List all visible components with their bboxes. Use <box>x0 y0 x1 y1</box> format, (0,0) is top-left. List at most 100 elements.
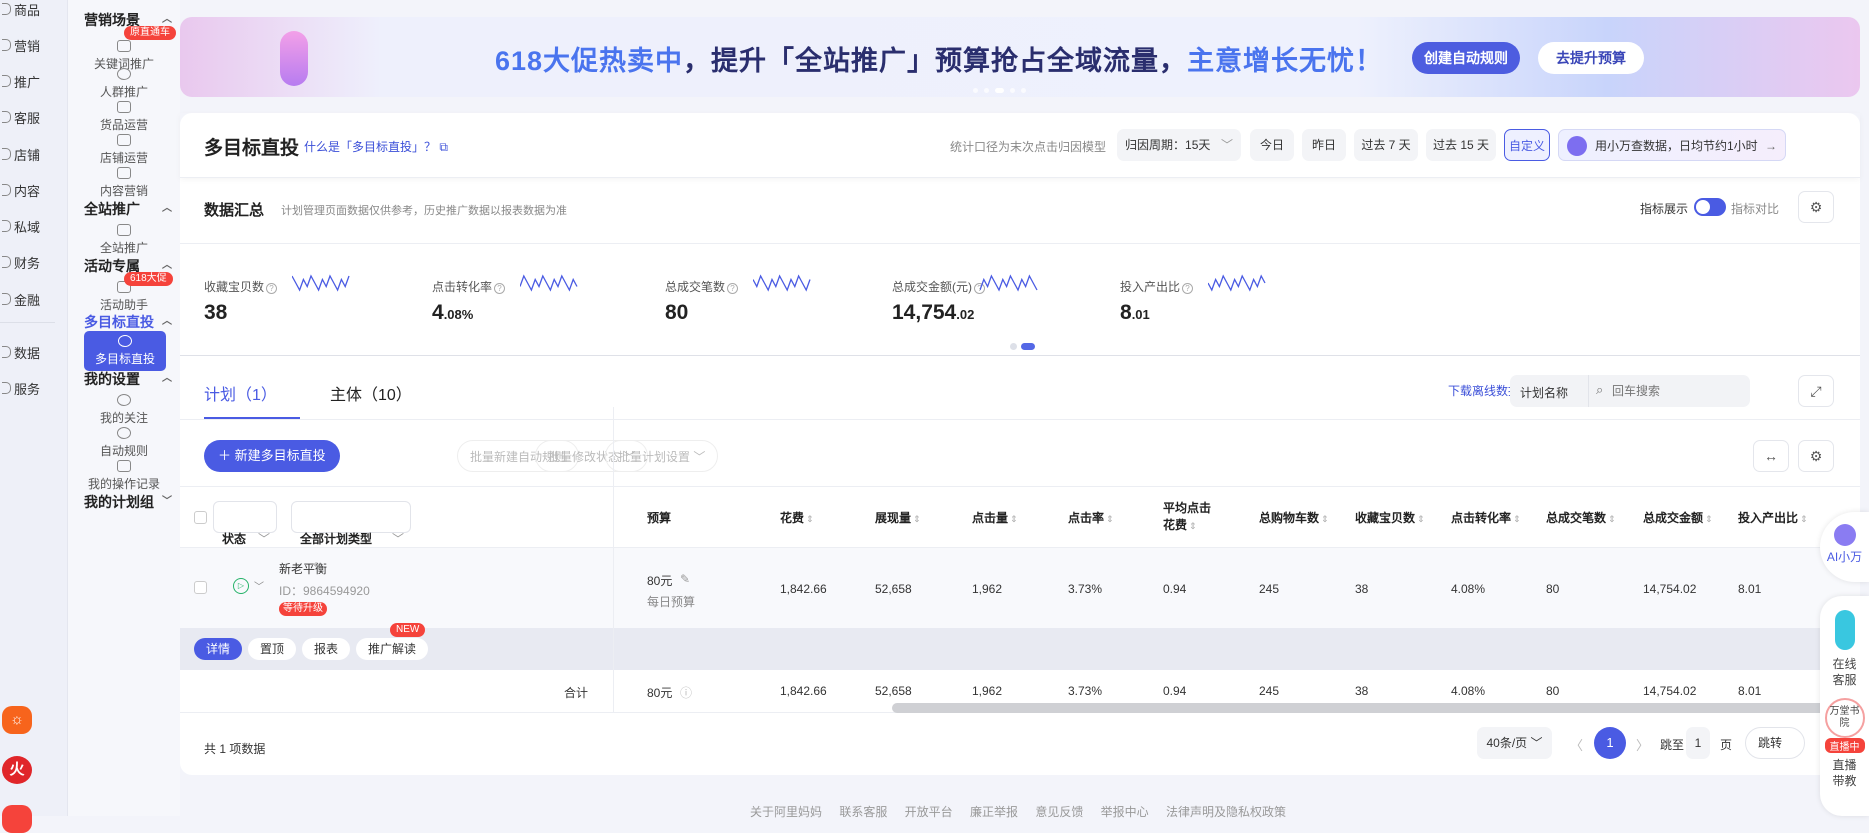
metrics-pager[interactable] <box>1010 338 1035 353</box>
app-icon-orange[interactable]: ☼ <box>2 706 32 734</box>
sidebar-item-content[interactable]: 内容营销 <box>68 167 180 199</box>
sort-icon[interactable]: ⇕ <box>1010 514 1018 524</box>
sidebar-item-goods[interactable]: 货品运营 <box>68 101 180 133</box>
page-size-select[interactable]: 40条/页 ﹀ <box>1477 727 1552 759</box>
metric-card[interactable]: 投入产出比? 8.01 <box>1120 274 1266 325</box>
column-header[interactable]: 收藏宝贝数 ⇕ <box>1355 509 1425 526</box>
column-header[interactable]: 点击率 ⇕ <box>1068 509 1114 526</box>
column-header[interactable]: 总成交笔数 ⇕ <box>1546 509 1616 526</box>
carousel-dots[interactable] <box>970 81 1029 96</box>
select-all-checkbox[interactable] <box>194 511 207 524</box>
sort-icon[interactable]: ⇕ <box>1608 514 1616 524</box>
column-header[interactable]: 投入产出比 ⇕ <box>1738 509 1808 526</box>
promo-banner[interactable]: 618大促热卖中，提升「全站推广」预算抢占全域流量，主意增长无忧！ 创建自动规则… <box>180 17 1860 97</box>
app-icon-fire[interactable]: 火 <box>2 756 32 784</box>
nav-item-content[interactable]: 内容 <box>1 181 40 200</box>
metric-card[interactable]: 总成交金额(元)? 14,754.02 <box>892 274 1038 325</box>
attribution-period-select[interactable]: 归因周期：15天 ﹀ <box>1117 129 1241 161</box>
edit-budget-icon[interactable]: ✎ <box>680 572 690 586</box>
search-input[interactable] <box>1612 381 1742 401</box>
ai-query-banner[interactable]: 用小万查数据，日均节约1小时 → <box>1558 129 1786 161</box>
nav-item-loan[interactable]: 金融 <box>1 290 40 309</box>
raise-budget-button[interactable]: 去提升预算 <box>1538 42 1644 74</box>
help-icon[interactable]: ? <box>266 283 278 294</box>
app-icon-red[interactable] <box>2 805 32 833</box>
range-7-days[interactable]: 过去 7 天 <box>1354 129 1418 161</box>
column-header[interactable]: 点击量 ⇕ <box>972 509 1018 526</box>
help-icon[interactable]: ? <box>727 283 739 294</box>
range-today[interactable]: 今日 <box>1250 129 1294 161</box>
online-service-button[interactable]: 在线客服 <box>1831 656 1859 688</box>
report-button[interactable]: 报表 <box>302 638 351 660</box>
jump-button[interactable]: 跳转 <box>1745 727 1805 759</box>
help-icon[interactable]: ? <box>494 283 506 294</box>
table-settings-button[interactable]: ⚙ <box>1798 440 1834 472</box>
sort-icon[interactable]: ⇕ <box>1189 521 1197 531</box>
new-plan-button[interactable]: ＋ 新建多目标直投 <box>204 440 340 472</box>
column-header[interactable]: 预算 <box>647 509 671 526</box>
sort-icon[interactable]: ⇕ <box>1800 514 1808 524</box>
sidebar-item-multi-target[interactable]: 多目标直投 <box>84 331 166 371</box>
nav-item-shop[interactable]: 店铺 <box>1 145 40 164</box>
sort-icon[interactable]: ⇕ <box>806 514 814 524</box>
next-page-icon[interactable]: 〉 <box>1636 735 1649 754</box>
range-custom[interactable]: 自定义 <box>1504 129 1550 161</box>
nav-item-promotion[interactable]: 推广 <box>1 72 40 91</box>
search-field-select[interactable]: 计划名称 <box>1520 384 1568 401</box>
range-15-days[interactable]: 过去 15 天 <box>1426 129 1496 161</box>
nav-item-private[interactable]: 私域 <box>1 217 40 236</box>
group-title-settings[interactable]: 我的设置 ︿ <box>84 369 172 389</box>
sort-icon[interactable]: ⇕ <box>913 514 921 524</box>
sort-icon[interactable]: ⇕ <box>1417 514 1425 524</box>
edit-icon[interactable]: ✎ <box>313 560 323 574</box>
chevron-down-icon[interactable]: ﹀ <box>254 578 264 593</box>
nav-item-services[interactable]: 服务 <box>1 379 40 398</box>
plan-type-filter[interactable]: 全部计划类型 ﹀ <box>291 501 411 546</box>
group-title-plan-groups[interactable]: 我的计划组 ﹀ <box>84 492 172 512</box>
create-auto-rule-button[interactable]: 创建自动规则 <box>1412 42 1520 74</box>
nav-item-data[interactable]: 数据 <box>1 343 40 362</box>
footer-links[interactable]: 关于阿里妈妈 联系客服 开放平台 廉正举报 意见反馈 举报中心 法律声明及隐私权… <box>750 803 1286 820</box>
group-title-fullsite[interactable]: 全站推广 ︿ <box>84 199 172 219</box>
sidebar-item-auto-rules[interactable]: 自动规则 <box>68 427 180 459</box>
sort-icon[interactable]: ⇕ <box>1513 514 1521 524</box>
column-header[interactable]: 点击转化率 ⇕ <box>1451 509 1521 526</box>
sort-icon[interactable]: ⇕ <box>1106 514 1114 524</box>
metric-toggle[interactable] <box>1694 198 1726 216</box>
batch-setting-button[interactable]: 批量计划设置 ﹀ <box>605 440 719 472</box>
column-header[interactable]: 平均点击花费 ⇕ <box>1163 499 1221 533</box>
sidebar-item-fullsite[interactable]: 全站推广 <box>68 224 180 256</box>
tab-entities[interactable]: 主体（10） <box>330 381 412 405</box>
pin-button[interactable]: 置顶 <box>248 638 297 660</box>
live-teaching-button[interactable]: 直播带教 <box>1831 757 1859 789</box>
sidebar-item-audience[interactable]: 人群推广 <box>68 68 180 100</box>
sort-icon[interactable]: ⇕ <box>1321 514 1329 524</box>
column-header[interactable]: 总成交金额 ⇕ <box>1643 509 1713 526</box>
nav-item-service[interactable]: 客服 <box>1 108 40 127</box>
nav-item-goods[interactable]: 商品 <box>1 0 40 19</box>
status-filter[interactable]: 状态 ﹀ <box>213 501 277 546</box>
prev-page-icon[interactable]: 〈 <box>1570 735 1583 754</box>
sort-icon[interactable]: ⇕ <box>1705 514 1713 524</box>
help-icon[interactable]: ? <box>1182 283 1194 294</box>
nav-item-finance[interactable]: 财务 <box>1 253 40 272</box>
page-1-button[interactable]: 1 <box>1594 727 1626 759</box>
metric-card[interactable]: 点击转化率? 4.08% <box>432 274 578 325</box>
fullscreen-button[interactable]: ⤢ <box>1798 375 1834 407</box>
summary-settings-button[interactable]: ⚙ <box>1798 191 1834 223</box>
detail-button[interactable]: 详情 <box>194 638 243 660</box>
metric-card[interactable]: 收藏宝贝数? 38 <box>204 274 350 325</box>
nav-item-marketing[interactable]: 营销 <box>1 36 40 55</box>
sidebar-item-shop[interactable]: 店铺运营 <box>68 134 180 166</box>
help-link[interactable]: 什么是「多目标直投」？ ⧉ <box>304 138 448 155</box>
table-row[interactable]: ▷ ﹀ 新老平衡 ✎ ID：9864594920 等待升级 80元 ✎ 每日预算… <box>180 548 1860 628</box>
academy-logo[interactable]: 万堂书院 <box>1824 698 1865 738</box>
column-header[interactable]: 花费 ⇕ <box>780 509 814 526</box>
help-icon[interactable]: ⓘ <box>680 684 692 701</box>
insight-button[interactable]: 推广解读 <box>356 638 429 660</box>
column-header[interactable]: 总购物车数 ⇕ <box>1259 509 1329 526</box>
group-title-multi-target[interactable]: 多目标直投 ︿ <box>84 312 172 332</box>
row-checkbox[interactable] <box>194 581 207 594</box>
range-yesterday[interactable]: 昨日 <box>1302 129 1346 161</box>
jump-input[interactable]: 1 <box>1686 727 1710 759</box>
